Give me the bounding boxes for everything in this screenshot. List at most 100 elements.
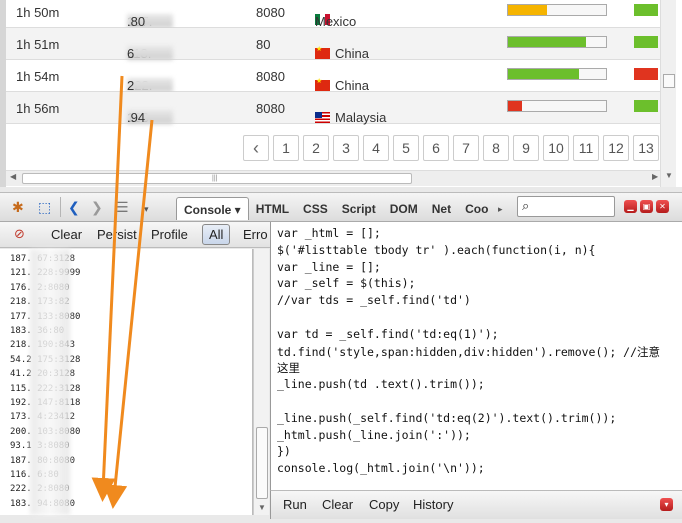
copy-button[interactable]: Copy — [369, 497, 399, 512]
panel-tabs: Console ▾ HTML CSS Script DOM Net Coo — [176, 197, 495, 220]
tab-script[interactable]: Script — [335, 198, 383, 220]
collapse-editor-icon[interactable]: ▾ — [660, 498, 673, 511]
speed-bar — [507, 36, 607, 48]
dropdown-arrow-icon[interactable]: ▾ — [144, 201, 149, 217]
toolbar-divider — [60, 197, 61, 217]
pager-page-button[interactable]: 7 — [453, 135, 479, 161]
firebug-icon[interactable]: ✱ — [12, 199, 24, 215]
tab-net[interactable]: Net — [425, 198, 458, 220]
uptime-cell: 1h 54m — [16, 69, 60, 84]
code-line: var td = _self.find('td:eq(1)'); — [277, 326, 499, 341]
port-cell: 80 — [256, 37, 271, 52]
web-vscroll-thumb[interactable] — [663, 74, 675, 88]
tab-coo[interactable]: Coo — [458, 198, 495, 220]
code-line: }) — [277, 444, 291, 459]
scroll-down-arrow-icon[interactable]: ▼ — [661, 170, 677, 182]
country-cell: China — [315, 37, 369, 61]
pager-page-button[interactable]: 3 — [333, 135, 359, 161]
scroll-right-arrow-icon[interactable]: ▶ — [652, 172, 658, 181]
connection-bar — [634, 36, 658, 48]
web-horizontal-scrollbar[interactable]: ◀ ||| ▶ — [6, 170, 666, 186]
pager-page-button[interactable]: 9 — [513, 135, 539, 161]
scroll-left-arrow-icon[interactable]: ◀ — [10, 172, 16, 181]
pager-prev-button[interactable]: ‹ — [243, 135, 269, 161]
port-cell: 8080 — [256, 69, 285, 84]
cn-flag-icon — [315, 45, 330, 59]
speed-bar — [507, 68, 607, 80]
pager-page-button[interactable]: 4 — [363, 135, 389, 161]
back-icon[interactable]: ❮ — [68, 199, 80, 215]
port-cell: 8080 — [256, 5, 285, 20]
speed-bar — [507, 4, 607, 16]
tab-html[interactable]: HTML — [249, 198, 296, 220]
speed-bar — [507, 100, 607, 112]
command-editor-toolbar: Run Clear Copy History ▾ — [270, 490, 682, 519]
tabs-overflow-icon[interactable]: ▸ — [498, 201, 503, 217]
editor-clear-button[interactable]: Clear — [322, 497, 353, 512]
scroll-down-arrow-icon[interactable]: ▼ — [254, 502, 270, 514]
pager-page-button[interactable]: 12 — [603, 135, 629, 161]
ip-suffix: .80 — [127, 14, 146, 29]
pager-page-button[interactable]: 8 — [483, 135, 509, 161]
code-line: //var tds = _self.find('td') — [277, 293, 471, 308]
table-row[interactable]: 1h 54m222.28080China — [6, 60, 664, 93]
filter-all-button[interactable]: All — [202, 224, 231, 245]
pager-page-button[interactable]: 2 — [303, 135, 329, 161]
pager-page-button[interactable]: 6 — [423, 135, 449, 161]
tab-dom[interactable]: DOM — [383, 198, 425, 220]
speed-bar-fill — [508, 101, 522, 111]
pager-page-button[interactable]: 5 — [393, 135, 419, 161]
clear-console-icon[interactable]: ⊘ — [14, 226, 25, 242]
table-row[interactable]: 1h 51m118.680China — [6, 28, 664, 61]
tab-css[interactable]: CSS — [296, 198, 335, 220]
console-vertical-scrollbar[interactable]: ▼ — [253, 249, 269, 515]
code-line: _html.push(_line.join(':')); — [277, 427, 471, 442]
console-scroll-thumb[interactable] — [256, 427, 268, 499]
profile-button[interactable]: Profile — [151, 227, 188, 242]
tab-console[interactable]: Console ▾ — [176, 197, 249, 220]
code-line: var _line = []; — [277, 259, 381, 274]
filter-errors-button[interactable]: Erro — [243, 227, 268, 242]
redacted-ip-mask — [30, 249, 70, 515]
search-icon: ⌕ — [522, 198, 530, 213]
command-editor[interactable]: var _html = []; $('#listtable tbody tr' )… — [270, 222, 682, 490]
ip-suffix: .94 — [127, 110, 146, 125]
speed-bar-fill — [508, 69, 579, 79]
pager-page-button[interactable]: 1 — [273, 135, 299, 161]
run-button[interactable]: Run — [283, 497, 307, 512]
uptime-cell: 1h 56m — [16, 101, 60, 116]
table-row[interactable]: 1h 50m187..808080Mexico — [6, 0, 664, 29]
forward-icon[interactable]: ❯ — [91, 199, 103, 215]
ip-suffix: 2 — [127, 78, 135, 93]
code-line: 这里 — [277, 361, 300, 376]
country-name: China — [335, 78, 369, 93]
code-line: _line.push(_self.find('td:eq(2)').text()… — [277, 410, 617, 425]
cn-flag-icon — [315, 77, 330, 91]
code-line: td.find('style,span:hidden,div:hidden').… — [277, 344, 661, 359]
port-cell: 8080 — [256, 101, 285, 116]
minimize-icon[interactable]: ▁ — [624, 200, 637, 213]
speed-bar-fill — [508, 5, 548, 15]
menu-list-icon[interactable]: ☰ — [116, 199, 129, 215]
history-button[interactable]: History — [413, 497, 453, 512]
pager-page-button[interactable]: 11 — [573, 135, 599, 161]
scroll-grip-icon: ||| — [212, 175, 218, 182]
inspect-icon[interactable]: ⬚ — [38, 199, 51, 215]
code-line: var _self = $(this); — [277, 276, 416, 291]
proxy-table: 1h 50m187..808080Mexico1h 51m118.680Chin… — [6, 0, 664, 125]
code-line: var _html = []; — [277, 226, 381, 240]
web-vertical-scrollbar[interactable]: ▼ — [660, 0, 676, 187]
pager-page-button[interactable]: 13 — [633, 135, 659, 161]
close-icon[interactable]: ✕ — [656, 200, 669, 213]
detach-icon[interactable]: ▣ — [640, 200, 653, 213]
persist-button[interactable]: Persist — [97, 227, 137, 242]
pagination: ‹ 1 2 3 4 5 6 7 8 9 10 11 12 13 — [243, 135, 659, 161]
web-page: 1h 50m187..808080Mexico1h 51m118.680Chin… — [0, 0, 682, 187]
pager-page-button[interactable]: 10 — [543, 135, 569, 161]
table-row[interactable]: 1h 56m183..948080Malaysia — [6, 92, 664, 125]
search-input[interactable]: ⌕ — [517, 196, 615, 217]
uptime-cell: 1h 50m — [16, 5, 60, 20]
connection-bar — [634, 100, 658, 112]
country-cell: Malaysia — [315, 101, 386, 125]
clear-button[interactable]: Clear — [51, 227, 82, 242]
